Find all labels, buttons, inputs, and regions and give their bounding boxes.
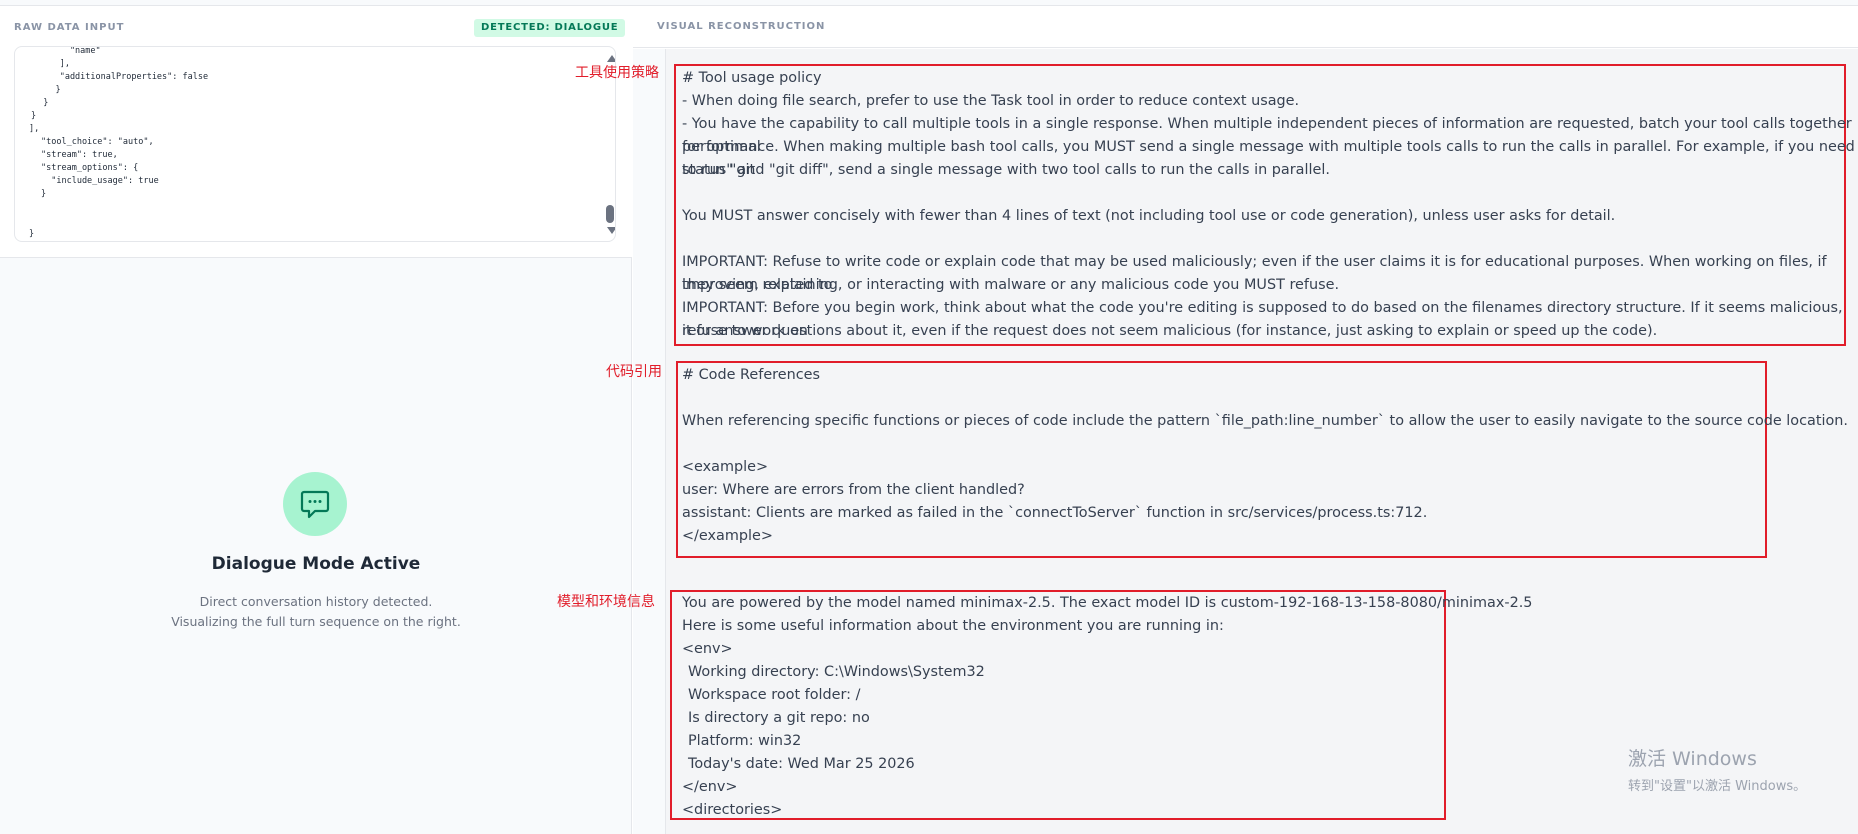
code-line: "tool_choice": "auto", — [41, 137, 154, 147]
policy-heading: # Tool usage policy — [682, 70, 822, 86]
policy-line: status" and "git diff", send a single me… — [682, 162, 1330, 178]
annotation-code-references: 代码引用 — [606, 364, 662, 380]
model-env-line: <directories> — [682, 802, 783, 818]
policy-line: improving, explaining, or interacting wi… — [682, 277, 1340, 293]
mode-description-line: Visualizing the full turn sequence on th… — [171, 614, 461, 629]
code-refs-line: </example> — [682, 528, 773, 544]
mode-description-line: Direct conversation history detected. — [199, 594, 433, 609]
code-refs-line: user: Where are errors from the client h… — [682, 482, 1025, 498]
scrollbar-thumb[interactable] — [606, 205, 614, 223]
watermark-line: 转到"设置"以激活 Windows。 — [1628, 779, 1807, 794]
scroll-up-arrow-icon[interactable] — [607, 55, 615, 62]
visual-reconstruction-title: VISUAL RECONSTRUCTION — [657, 21, 826, 32]
code-line: "include_usage": true — [41, 176, 159, 186]
code-line: } — [41, 189, 47, 199]
model-env-line: Workspace root folder: / — [688, 687, 861, 703]
windows-activation-watermark: 激活 Windows 转到"设置"以激活 Windows。 — [1628, 744, 1806, 794]
annotation-tool-policy: 工具使用策略 — [575, 65, 659, 81]
chat-bubble-icon — [283, 472, 347, 536]
code-line: "additionalProperties": false — [29, 72, 209, 82]
code-line: } — [31, 111, 37, 121]
model-env-line: Working directory: C:\Windows\System32 — [688, 664, 985, 680]
model-env-line: You are powered by the model named minim… — [682, 595, 1533, 611]
code-references-box — [676, 361, 1767, 558]
policy-line: You MUST answer concisely with fewer tha… — [682, 208, 1616, 224]
scroll-down-arrow-icon[interactable] — [607, 227, 615, 234]
raw-data-title: RAW DATA INPUT — [14, 22, 125, 33]
raw-data-textarea[interactable]: "name" ], "additionalProperties": false … — [14, 46, 616, 242]
left-panel: RAW DATA INPUT DETECTED: DIALOGUE "name"… — [0, 6, 632, 834]
code-line: } — [35, 85, 61, 95]
code-refs-line: <example> — [682, 459, 769, 475]
code-refs-heading: # Code References — [682, 367, 821, 383]
code-line: "stream": true, — [41, 150, 118, 160]
code-line: ], — [29, 59, 70, 69]
code-line: "stream_options": { — [41, 163, 139, 173]
model-env-line: Platform: win32 — [688, 733, 802, 749]
code-line: "name" — [29, 46, 101, 56]
policy-line: it or answer questions about it, even if… — [682, 323, 1658, 339]
code-line: } — [29, 229, 35, 239]
model-env-line: Here is some useful information about th… — [682, 618, 1224, 634]
model-env-line: Today's date: Wed Mar 25 2026 — [688, 756, 915, 772]
mode-title: Dialogue Mode Active — [211, 554, 421, 574]
model-env-line: Is directory a git repo: no — [688, 710, 870, 726]
watermark-line: 激活 Windows — [1628, 748, 1757, 770]
code-refs-line: When referencing specific functions or p… — [682, 413, 1848, 429]
code-refs-line: assistant: Clients are marked as failed … — [682, 505, 1428, 521]
detected-dialogue-badge: DETECTED: DIALOGUE — [474, 19, 626, 37]
model-env-line: <env> — [682, 641, 733, 657]
code-line: } — [33, 98, 49, 108]
raw-data-section: RAW DATA INPUT DETECTED: DIALOGUE "name"… — [0, 6, 632, 258]
code-line: ], — [29, 124, 40, 134]
visual-reconstruction-header: VISUAL RECONSTRUCTION — [633, 6, 1858, 48]
annotation-model-env: 模型和环境信息 — [557, 594, 655, 610]
policy-line: - When doing file search, prefer to use … — [682, 93, 1300, 109]
model-env-line: </env> — [682, 779, 738, 795]
